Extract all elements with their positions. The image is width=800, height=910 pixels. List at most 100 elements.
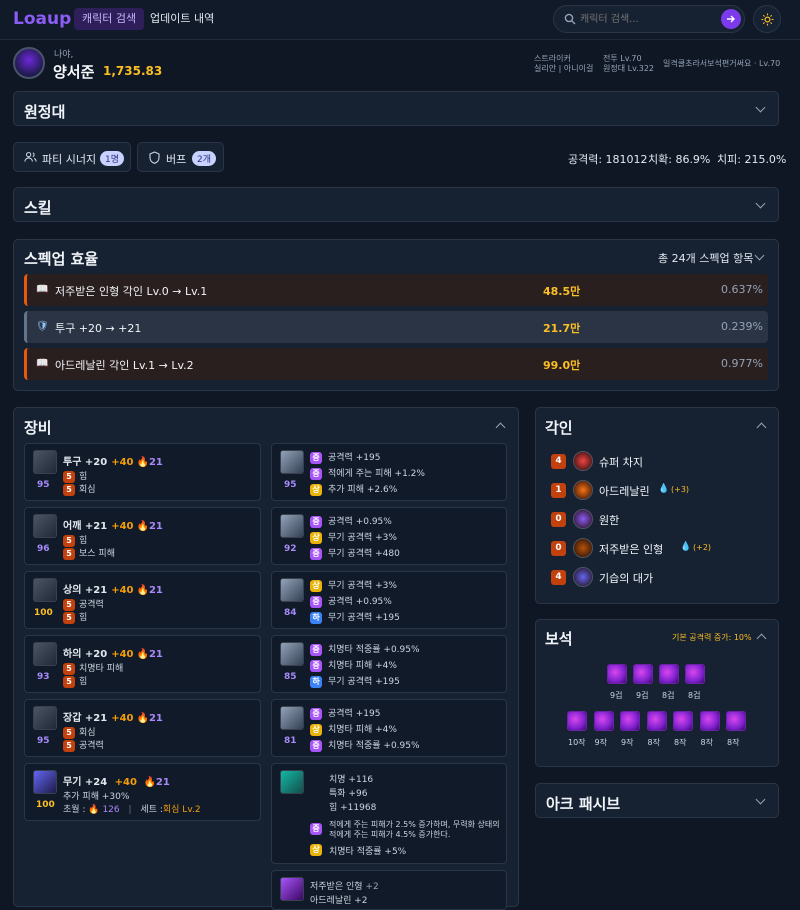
engraving-name: 슈퍼 차지 xyxy=(599,456,643,469)
equipment-card[interactable]: 93 하의 +20 +40 🔥21 5 치명타 피해 5 힘 xyxy=(24,635,261,693)
ability-stone-card[interactable]: 저주받은 인형 +2 아드레날린 +2 xyxy=(271,870,507,910)
expedition-panel[interactable]: 원정대 xyxy=(13,91,779,126)
gem-icon[interactable] xyxy=(593,711,614,731)
option-text: 힘 xyxy=(79,472,88,482)
party-synergy-button[interactable]: 파티 시너지 1명 xyxy=(13,142,131,172)
bracelet-effect: 적에게 주는 피해가 2.5% 증가하며, 무력화 상태의 적에게 주는 피해가… xyxy=(329,820,500,839)
accessory-option: 중 치명타 적중률 +0.95% xyxy=(310,738,420,752)
equipment-card[interactable]: 95 장갑 +21 +40 🔥21 5 회심 5 공격력 xyxy=(24,699,261,757)
gem-icon[interactable] xyxy=(620,711,640,731)
equipment-quality: 93 xyxy=(37,672,50,682)
gem-icon[interactable] xyxy=(633,664,653,684)
theme-toggle-button[interactable] xyxy=(753,5,781,33)
gem-icon[interactable] xyxy=(646,711,667,731)
accessory-card[interactable]: 84 상 무기 공격력 +3% 중 공격력 +0.95% 하 무기 공격력 +195 xyxy=(271,571,507,629)
character-name: 양서준 xyxy=(53,63,95,81)
engraving-row[interactable]: 0 원한 xyxy=(551,509,761,529)
equipment-option: 5 회심 xyxy=(63,482,96,496)
equipment-name-row: 투구 +20 +40 🔥21 xyxy=(63,453,163,468)
equipment-card[interactable]: 100 상의 +21 +40 🔥21 5 공격력 5 힘 xyxy=(24,571,261,629)
expedition-title: 원정대 xyxy=(24,103,66,121)
tab-character-search[interactable]: 캐릭터 검색 xyxy=(74,8,145,30)
equipment-name: 어깨 +21 xyxy=(63,521,108,532)
users-icon xyxy=(24,152,37,162)
option-text: 적에게 주는 피해 +1.2% xyxy=(328,469,425,479)
specup-row[interactable]: 📖 저주받은 인형 각인 Lv.0 → Lv.1 48.5만 0.637% xyxy=(24,274,768,306)
option-text: 회심 xyxy=(79,485,96,495)
gem-icon[interactable] xyxy=(726,711,746,731)
option-text: 공격력 xyxy=(79,741,104,751)
gem-icon[interactable] xyxy=(659,664,679,684)
equipment-name-row: 상의 +21 +40 🔥21 xyxy=(63,581,163,596)
tab-update-history[interactable]: 업데이트 내역 xyxy=(142,8,222,30)
option-text: 무기 공격력 +195 xyxy=(328,613,400,623)
flame-icon: 🔥 xyxy=(136,521,149,532)
option-level-badge: 5 xyxy=(63,739,75,752)
option-text: 추가 피해 +2.6% xyxy=(328,485,398,495)
equipment-card[interactable]: 96 어깨 +21 +40 🔥21 5 힘 5 보스 피해 xyxy=(24,507,261,565)
accessory-quality: 85 xyxy=(284,672,297,682)
stone-line1: 저주받은 인형 +2 xyxy=(310,879,379,892)
accessory-option: 상 무기 공격력 +3% xyxy=(310,578,397,592)
accessory-thumb xyxy=(280,450,304,474)
specup-total[interactable]: 총 24개 스펙업 항목 xyxy=(658,250,753,266)
engraving-row[interactable]: 4 슈퍼 차지 xyxy=(551,451,761,471)
party-synergy-label: 파티 시너지 xyxy=(42,153,97,166)
stat-attack: 공격력: 181012 xyxy=(568,153,648,166)
option-text: 회심 xyxy=(79,728,96,738)
equipment-card[interactable]: 95 투구 +20 +40 🔥21 5 힘 5 회심 xyxy=(24,443,261,501)
book-icon: 📖 xyxy=(36,358,49,369)
shield-icon: 🛡 xyxy=(36,321,49,332)
engraving-row[interactable]: 4 기습의 대가 xyxy=(551,567,761,587)
accessory-card[interactable]: 85 중 치명타 적중률 +0.95% 중 치명타 피해 +4% 하 무기 공격력 +195 xyxy=(271,635,507,693)
engraving-level-badge: 0 xyxy=(551,541,566,556)
gem-icon[interactable] xyxy=(607,664,627,684)
search-input[interactable] xyxy=(580,10,710,28)
gem-icon[interactable] xyxy=(685,664,705,684)
ark-passive-panel[interactable]: 아크 패시브 xyxy=(535,783,779,818)
accessory-option: 상 치명타 피해 +4% xyxy=(310,722,397,736)
gem-icon[interactable] xyxy=(567,711,587,731)
equipment-bonus: +40 xyxy=(111,713,134,724)
accessory-card[interactable]: 95 중 공격력 +195 중 적에게 주는 피해 +1.2% 상 추가 피해 +2.6% xyxy=(271,443,507,501)
gem-icon[interactable] xyxy=(673,711,693,731)
combat-level: 전투 Lv.70 xyxy=(603,54,642,63)
equipment-honing: 21 xyxy=(148,713,163,724)
search-submit-button[interactable] xyxy=(721,9,741,29)
engraving-icon xyxy=(573,538,593,558)
weapon-card[interactable]: 100 무기 +24 +40 🔥21 추가 피해 +30% 초월 : 🔥 126… xyxy=(24,763,261,821)
option-text: 힘 xyxy=(79,613,88,623)
tier-badge: 중 xyxy=(310,659,322,672)
buff-button[interactable]: 버프 2개 xyxy=(137,142,224,172)
bracelet-card[interactable]: 치명 +116 특화 +96 힘 +11968 중 적에게 주는 피해가 2.5… xyxy=(271,763,507,864)
engraving-icon xyxy=(573,480,593,500)
option-text: 치명타 적중률 +0.95% xyxy=(328,645,420,655)
app-logo[interactable]: Loaup xyxy=(13,9,71,29)
option-text: 공격력 +0.95% xyxy=(328,517,392,527)
specup-value: 99.0만 xyxy=(543,359,581,372)
equipment-quality: 95 xyxy=(37,480,50,490)
engraving-row[interactable]: 0 저주받은 인형 💧 (+2) xyxy=(551,538,761,558)
gem-level: 8겁 xyxy=(662,691,675,700)
class-name: 스트라이커 xyxy=(534,54,571,63)
option-text: 무기 공격력 +3% xyxy=(328,533,397,543)
skill-panel[interactable]: 스킬 xyxy=(13,187,779,222)
engraving-stone-bonus: (+3) xyxy=(671,485,690,494)
tier-badge: 상 xyxy=(310,579,322,592)
specup-row[interactable]: 📖 아드레날린 각인 Lv.1 → Lv.2 99.0만 0.977% xyxy=(24,348,768,380)
specup-row[interactable]: 🛡 투구 +20 → +21 21.7만 0.239% xyxy=(24,311,768,343)
gem-icon[interactable] xyxy=(699,711,720,731)
accessory-option: 상 무기 공격력 +3% xyxy=(310,530,397,544)
specup-value: 21.7만 xyxy=(543,322,581,335)
flame-icon: 🔥 xyxy=(136,649,149,660)
item-level: 1,735.83 xyxy=(103,64,163,78)
option-text: 무기 공격력 +3% xyxy=(328,581,397,591)
accessory-card[interactable]: 92 중 공격력 +0.95% 상 무기 공격력 +3% 중 무기 공격력 +480 xyxy=(271,507,507,565)
engraving-icon xyxy=(573,451,593,471)
gem-level: 8작 xyxy=(647,738,660,747)
equipment-option: 5 보스 피해 xyxy=(63,546,115,560)
engraving-row[interactable]: 1 아드레날린 💧 (+3) xyxy=(551,480,761,500)
option-level-badge: 5 xyxy=(63,675,75,688)
accessory-card[interactable]: 81 중 공격력 +195 상 치명타 피해 +4% 중 치명타 적중률 +0.95% xyxy=(271,699,507,757)
flame-icon: 🔥 xyxy=(136,585,149,596)
